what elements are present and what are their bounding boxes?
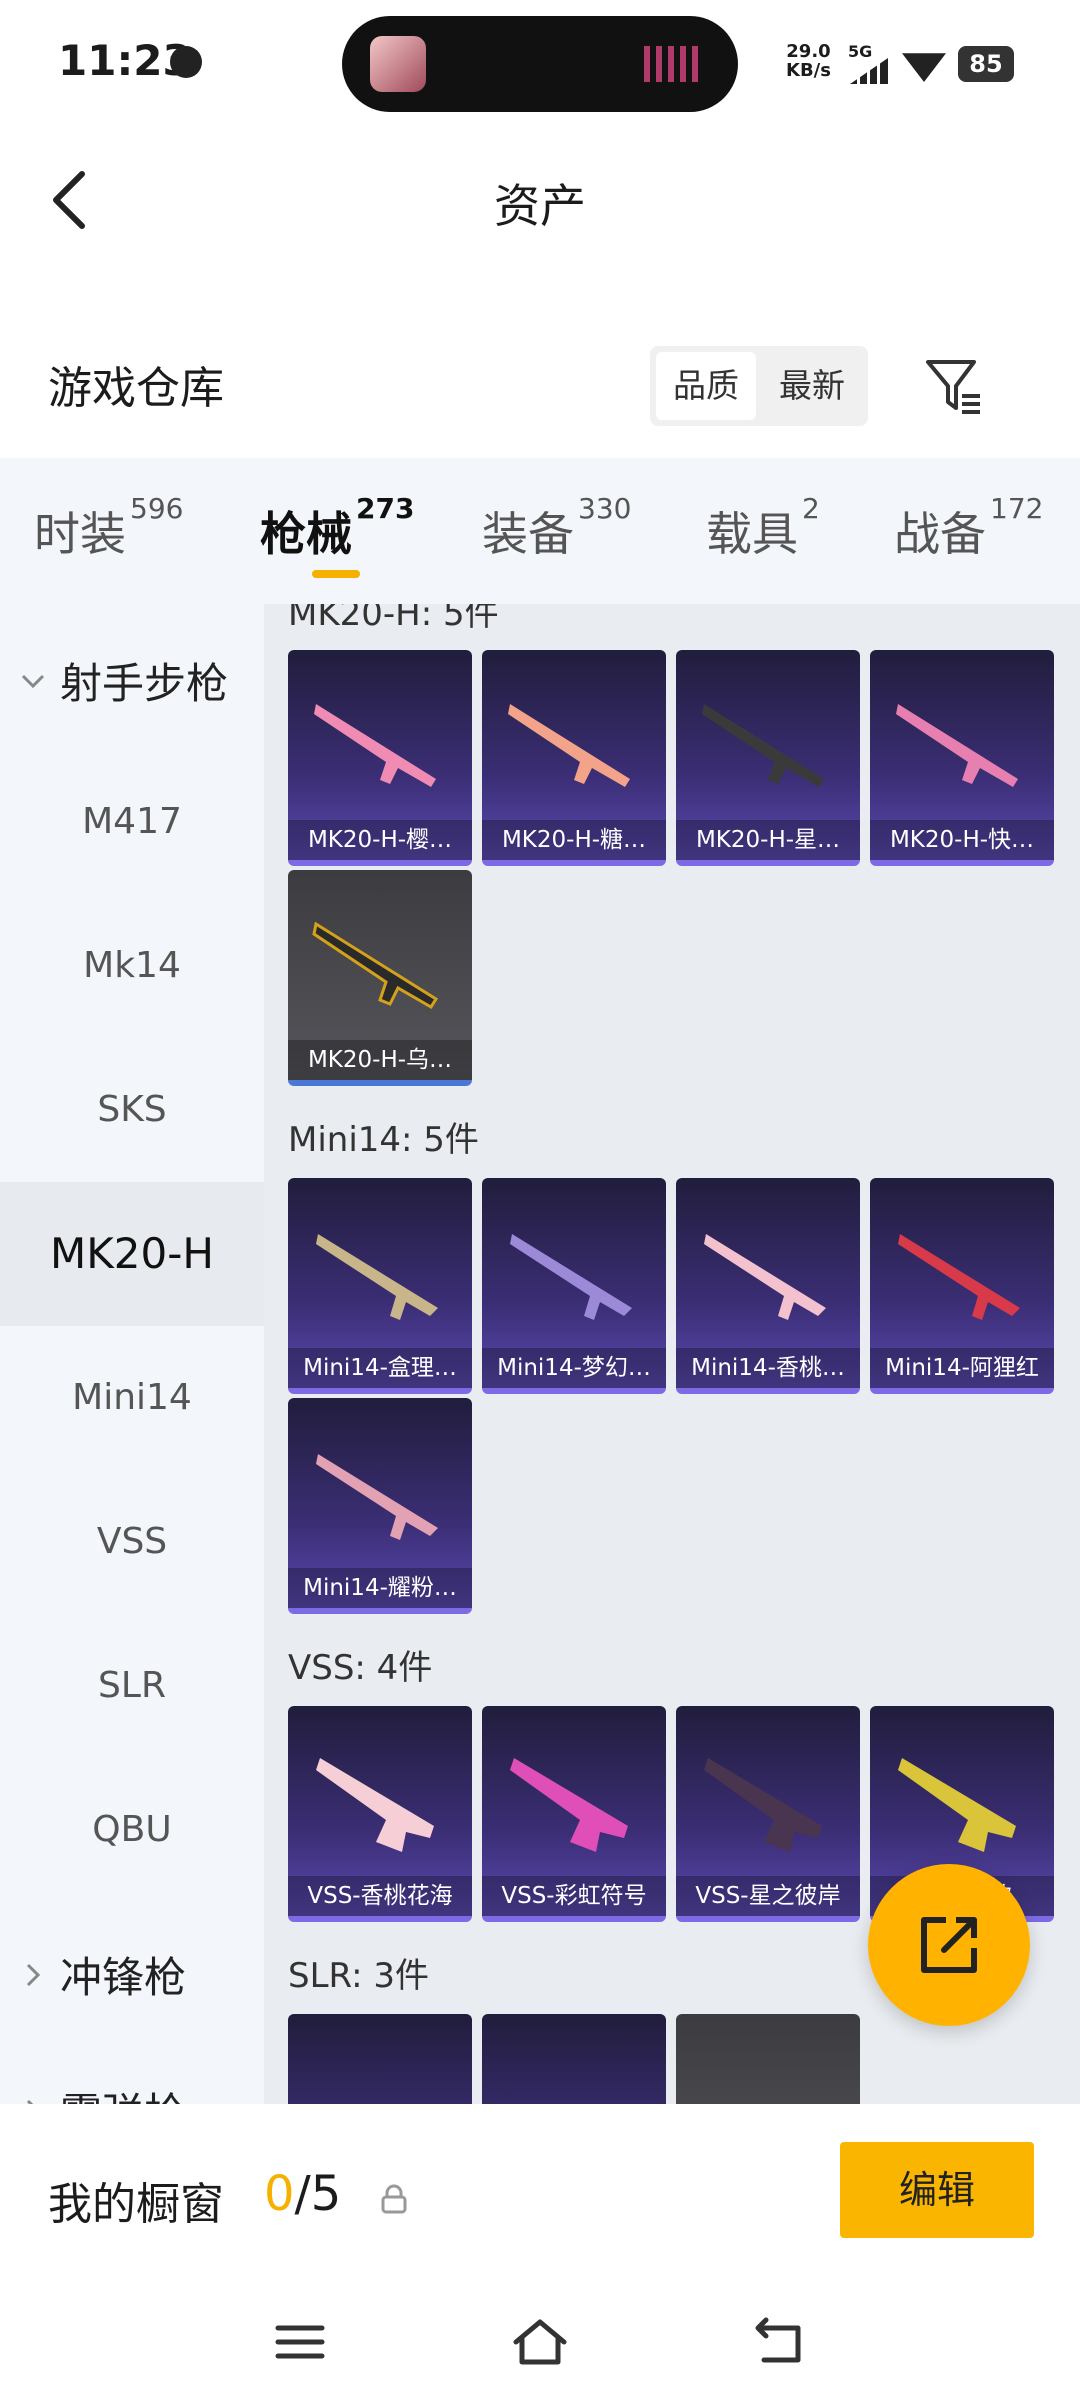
tab-firearms[interactable]: 枪械 273	[260, 492, 414, 564]
active-tab-indicator	[312, 570, 360, 578]
network-type: 5G	[848, 42, 873, 61]
sidebar-group-shotgun[interactable]: 霰弹枪	[20, 2080, 186, 2104]
weapon-card[interactable]: Mini14-梦幻…	[482, 1178, 666, 1394]
weapon-card[interactable]: MK20-H-星…	[676, 650, 860, 866]
sort-newest-button[interactable]: 最新	[762, 352, 862, 420]
weapon-card[interactable]: Mini14-耀粉…	[288, 1398, 472, 1614]
rifle-skin-icon	[896, 704, 1018, 787]
tab-fashion[interactable]: 时装 596	[34, 492, 183, 564]
rifle-skin-icon	[898, 1758, 1016, 1852]
sidebar-item-mk14[interactable]: Mk14	[0, 894, 264, 1038]
share-fab[interactable]	[868, 1864, 1030, 2026]
edit-button[interactable]: 编辑	[840, 2142, 1034, 2238]
rifle-skin-icon	[510, 1758, 628, 1852]
weapon-card-label: VSS-彩虹符号	[482, 1876, 666, 1916]
weapon-card[interactable]: MK20-H-糖…	[482, 650, 666, 866]
rifle-skin-icon	[312, 921, 439, 1010]
weapon-card-label: MK20-H-星…	[676, 820, 860, 860]
sort-toggle: 品质 最新	[650, 346, 868, 426]
weapon-card-label: VSS-星之彼岸	[676, 1876, 860, 1916]
notification-app-icon	[170, 46, 202, 78]
filter-icon[interactable]	[924, 356, 984, 416]
audio-wave-icon	[644, 46, 704, 82]
sidebar-item-sks[interactable]: SKS	[0, 1038, 264, 1182]
rifle-skin-icon	[510, 1234, 632, 1320]
category-tabs: 时装 596 枪械 273 装备 330 载具 2 战备 172	[0, 458, 1080, 604]
rifle-skin-icon	[316, 1454, 438, 1540]
weapon-card-label: Mini14-盒理…	[288, 1348, 472, 1388]
weapon-card[interactable]	[288, 2014, 472, 2104]
music-app-thumbnail	[370, 36, 426, 92]
weapon-card-label: Mini14-香桃…	[676, 1348, 860, 1388]
rifle-skin-icon	[316, 1758, 434, 1852]
section-title-mk20h: MK20-H: 5件	[288, 604, 499, 634]
rifle-skin-icon	[704, 1234, 826, 1320]
tab-vehicles[interactable]: 载具 2	[706, 492, 820, 564]
showcase-label: 我的橱窗	[48, 2179, 224, 2230]
network-speed: 29.0 KB/s	[786, 41, 831, 81]
tab-supplies[interactable]: 战备 172	[894, 492, 1043, 564]
weapon-card[interactable]: MK20-H-樱…	[288, 650, 472, 866]
share-external-icon	[921, 1917, 977, 1973]
sidebar-item-m417[interactable]: M417	[0, 750, 264, 894]
home-icon[interactable]	[510, 2314, 570, 2370]
sidebar-item-slr[interactable]: SLR	[0, 1614, 264, 1758]
weapon-card-label: Mini14-阿狸红	[870, 1348, 1054, 1388]
weapon-card[interactable]: VSS-香桃花海	[288, 1706, 472, 1922]
weapon-card[interactable]: Mini14-阿狸红	[870, 1178, 1054, 1394]
sidebar-group-marksman[interactable]: 射手步枪	[20, 650, 228, 711]
weapon-card[interactable]: MK20-H-快…	[870, 650, 1054, 866]
showcase-bar: 我的橱窗 0/5 编辑	[0, 2104, 1080, 2400]
weapon-card-label: MK20-H-快…	[870, 820, 1054, 860]
rifle-skin-icon	[316, 1234, 438, 1320]
status-bar: 11:23 29.0 KB/s 5G 85	[0, 0, 1080, 120]
chevron-right-icon	[26, 1963, 41, 1986]
chevron-down-icon	[21, 674, 45, 688]
lock-icon	[381, 2184, 407, 2214]
weapon-card[interactable]: VSS-彩虹符号	[482, 1706, 666, 1922]
tab-equipment[interactable]: 装备 330	[482, 492, 631, 564]
weapon-card-label: Mini14-梦幻…	[482, 1348, 666, 1388]
weapon-card[interactable]: MK20-H-乌…	[288, 870, 472, 1086]
rifle-skin-icon	[508, 704, 630, 787]
sidebar-item-qbu[interactable]: QBU	[0, 1758, 264, 1902]
weapon-card-label: MK20-H-乌…	[288, 1040, 472, 1080]
weapon-card-label: MK20-H-樱…	[288, 820, 472, 860]
rifle-skin-icon	[702, 704, 824, 787]
weapon-card[interactable]: Mini14-香桃…	[676, 1178, 860, 1394]
sidebar-item-mini14[interactable]: Mini14	[0, 1326, 264, 1470]
rifle-skin-icon	[704, 1758, 822, 1852]
sidebar-group-smg[interactable]: 冲锋枪	[20, 1944, 186, 2005]
weapon-card[interactable]: VSS-星之彼岸	[676, 1706, 860, 1922]
battery-icon: 85	[958, 46, 1014, 82]
weapon-card-label: VSS-香桃花海	[288, 1876, 472, 1916]
dynamic-island[interactable]	[342, 16, 738, 112]
warehouse-title: 游戏仓库	[48, 363, 224, 414]
menu-icon[interactable]	[272, 2314, 328, 2370]
weapon-card[interactable]	[482, 2014, 666, 2104]
page-title: 资产	[494, 179, 586, 233]
section-title-mini14: Mini14: 5件	[288, 1120, 479, 1160]
weapon-card[interactable]: Mini14-盒理…	[288, 1178, 472, 1394]
weapon-card-label: Mini14-耀粉…	[288, 1568, 472, 1608]
rifle-skin-icon	[898, 1234, 1020, 1320]
signal-icon	[850, 58, 888, 84]
back-nav-icon[interactable]	[752, 2314, 808, 2370]
section-title-slr: SLR: 3件	[288, 1956, 429, 1996]
sort-quality-button[interactable]: 品质	[656, 352, 756, 420]
weapon-card-label: MK20-H-糖…	[482, 820, 666, 860]
system-navigation-bar	[0, 2304, 1080, 2400]
showcase-count: 0/5	[264, 2166, 342, 2222]
sidebar-item-mk20h[interactable]: MK20-H	[0, 1182, 264, 1326]
sidebar-item-vss[interactable]: VSS	[0, 1470, 264, 1614]
section-title-vss: VSS: 4件	[288, 1648, 433, 1688]
weapon-card[interactable]	[676, 2014, 860, 2104]
rifle-skin-icon	[314, 704, 436, 787]
weapon-type-sidebar: 射手步枪 M417 Mk14 SKS MK20-H Mini14 VSS SLR…	[0, 604, 264, 2104]
app-header: 资产	[0, 140, 1080, 260]
wifi-icon	[902, 53, 946, 82]
